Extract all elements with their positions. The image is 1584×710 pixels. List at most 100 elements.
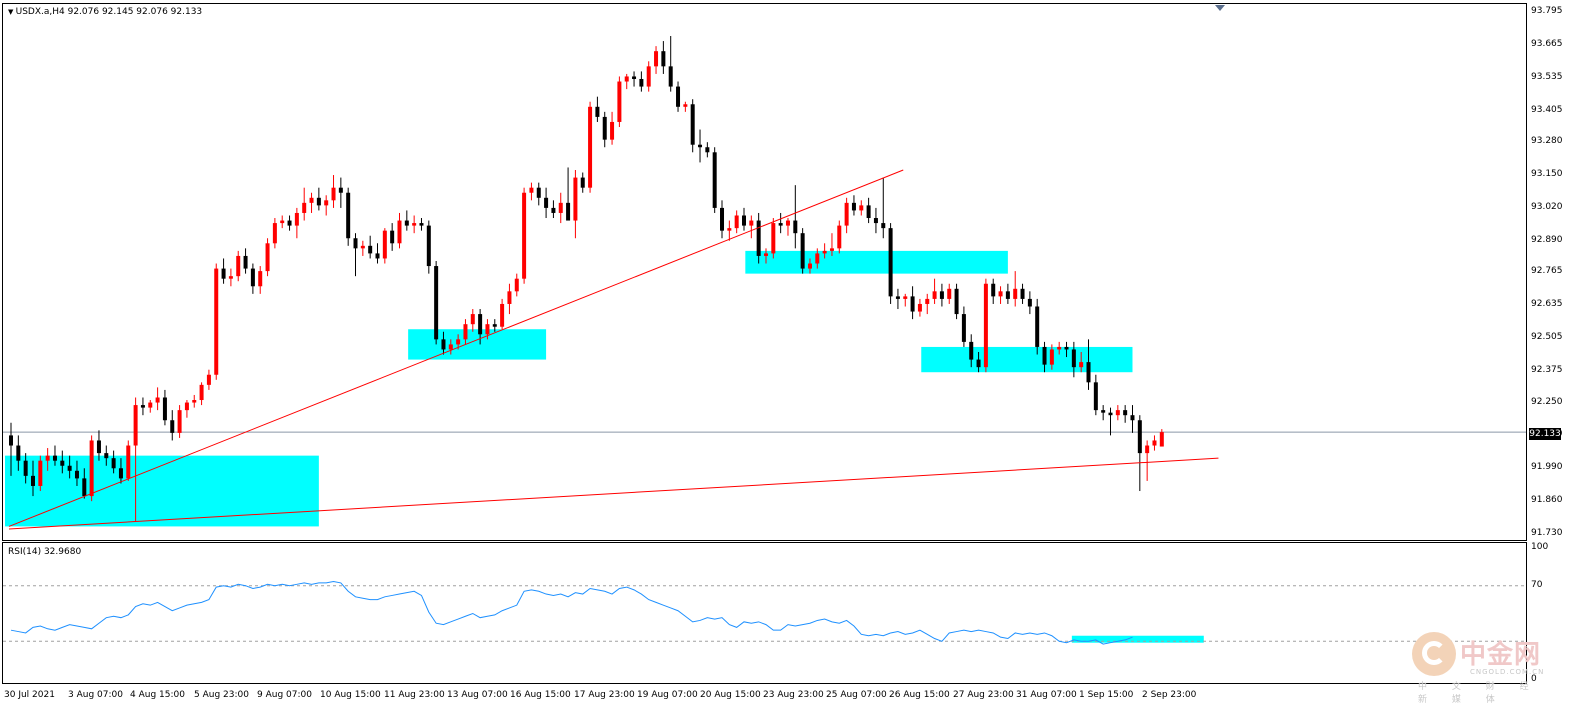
price-tick-label: 91.730 bbox=[1531, 528, 1563, 538]
candle bbox=[939, 283, 944, 307]
candle bbox=[38, 455, 43, 492]
candle bbox=[529, 182, 534, 201]
candle bbox=[895, 288, 900, 310]
candle-body bbox=[763, 253, 768, 256]
candle-body bbox=[192, 400, 197, 403]
candle-body bbox=[551, 207, 556, 213]
cngold-watermark: 中金网 CNGOLD.COM.CN 中 文 财 经 新 媒 体 bbox=[1412, 632, 1562, 705]
candle bbox=[742, 207, 746, 231]
candle bbox=[961, 306, 966, 347]
candle-body bbox=[1115, 410, 1120, 416]
candle bbox=[1137, 415, 1142, 492]
candle bbox=[470, 309, 475, 332]
rsi-indicator-pane[interactable] bbox=[2, 542, 1527, 684]
candle-body bbox=[368, 245, 373, 254]
time-tick-label: 9 Aug 07:00 bbox=[257, 690, 312, 700]
candle-body bbox=[829, 248, 834, 251]
candle-body bbox=[610, 121, 615, 140]
candle bbox=[199, 382, 204, 406]
price-chart-pane[interactable] bbox=[2, 3, 1527, 541]
candle bbox=[595, 96, 600, 122]
candle-body bbox=[566, 202, 571, 221]
rsi-tick-label: 100 bbox=[1531, 542, 1549, 552]
candle-body bbox=[815, 253, 820, 264]
candle bbox=[566, 167, 571, 221]
candle-body bbox=[771, 223, 776, 254]
candle-body bbox=[639, 78, 644, 87]
candle-body bbox=[676, 86, 681, 107]
candle bbox=[1108, 407, 1113, 436]
candle bbox=[338, 177, 343, 208]
candle bbox=[610, 111, 615, 145]
candle bbox=[280, 215, 285, 229]
chart-window: ▼ USDX.a,H4 92.076 92.145 92.076 92.133 … bbox=[0, 0, 1584, 710]
chart-shift-marker-icon[interactable] bbox=[1215, 5, 1225, 11]
candle-body bbox=[1152, 440, 1157, 446]
candle-body bbox=[412, 223, 417, 226]
candle-body bbox=[851, 202, 856, 211]
candle bbox=[558, 192, 563, 224]
candle-body bbox=[873, 218, 878, 224]
candle-body bbox=[1049, 349, 1054, 365]
candle-body bbox=[82, 478, 87, 497]
candle-body bbox=[434, 266, 439, 340]
candle bbox=[316, 187, 321, 211]
candle-body bbox=[544, 197, 549, 208]
watermark-url: CNGOLD.COM.CN bbox=[1470, 668, 1545, 676]
candle bbox=[162, 389, 167, 426]
candle bbox=[1005, 283, 1010, 304]
candle-body bbox=[324, 200, 329, 206]
candle bbox=[250, 263, 255, 294]
candle bbox=[932, 278, 937, 304]
candle-body bbox=[60, 460, 65, 466]
candle bbox=[991, 278, 996, 304]
time-tick-label: 13 Aug 07:00 bbox=[447, 690, 508, 700]
candle bbox=[1115, 405, 1120, 421]
candle-body bbox=[712, 152, 717, 208]
candle bbox=[727, 220, 732, 241]
candle-body bbox=[67, 465, 72, 471]
dropdown-triangle-icon[interactable]: ▼ bbox=[8, 8, 16, 16]
candle-body bbox=[470, 314, 475, 325]
time-tick-label: 30 Jul 2021 bbox=[4, 690, 55, 700]
candle-body bbox=[89, 440, 94, 497]
candle-body bbox=[602, 116, 607, 140]
candle-body bbox=[507, 291, 512, 304]
candle-body bbox=[1108, 412, 1113, 416]
candle-body bbox=[705, 147, 710, 153]
candle-body bbox=[206, 374, 211, 385]
price-tick-label: 93.665 bbox=[1531, 38, 1563, 49]
candle-body bbox=[426, 225, 431, 267]
candle bbox=[397, 212, 402, 249]
candle-body bbox=[148, 402, 153, 408]
candle-body bbox=[969, 341, 974, 360]
candle bbox=[654, 46, 659, 74]
candle bbox=[851, 195, 856, 216]
watermark-brand: 中金网 bbox=[1460, 640, 1542, 670]
candle bbox=[646, 61, 651, 92]
time-tick-label: 17 Aug 23:00 bbox=[574, 690, 635, 700]
candle bbox=[265, 238, 270, 277]
candle bbox=[903, 293, 908, 307]
rsi-line bbox=[10, 581, 1133, 645]
candle bbox=[500, 298, 505, 330]
candle bbox=[140, 397, 145, 416]
time-tick-label: 2 Sep 23:00 bbox=[1142, 690, 1197, 700]
candle-body bbox=[939, 291, 944, 299]
candle bbox=[954, 283, 959, 320]
candle bbox=[287, 215, 292, 231]
candle bbox=[881, 177, 886, 239]
price-tick-label: 93.280 bbox=[1531, 136, 1563, 147]
candle-body bbox=[668, 66, 673, 87]
rsi-tick-label: 70 bbox=[1531, 579, 1543, 590]
candle bbox=[785, 218, 790, 236]
candle-body bbox=[646, 66, 651, 87]
time-tick-label: 3 Aug 07:00 bbox=[68, 690, 123, 700]
candle-body bbox=[243, 255, 248, 269]
candle bbox=[544, 187, 549, 219]
candle bbox=[1035, 298, 1040, 355]
candle bbox=[309, 192, 314, 213]
candle bbox=[375, 243, 380, 264]
symbol-header[interactable]: ▼ USDX.a,H4 92.076 92.145 92.076 92.133 bbox=[8, 7, 202, 18]
candle-body bbox=[228, 276, 233, 279]
